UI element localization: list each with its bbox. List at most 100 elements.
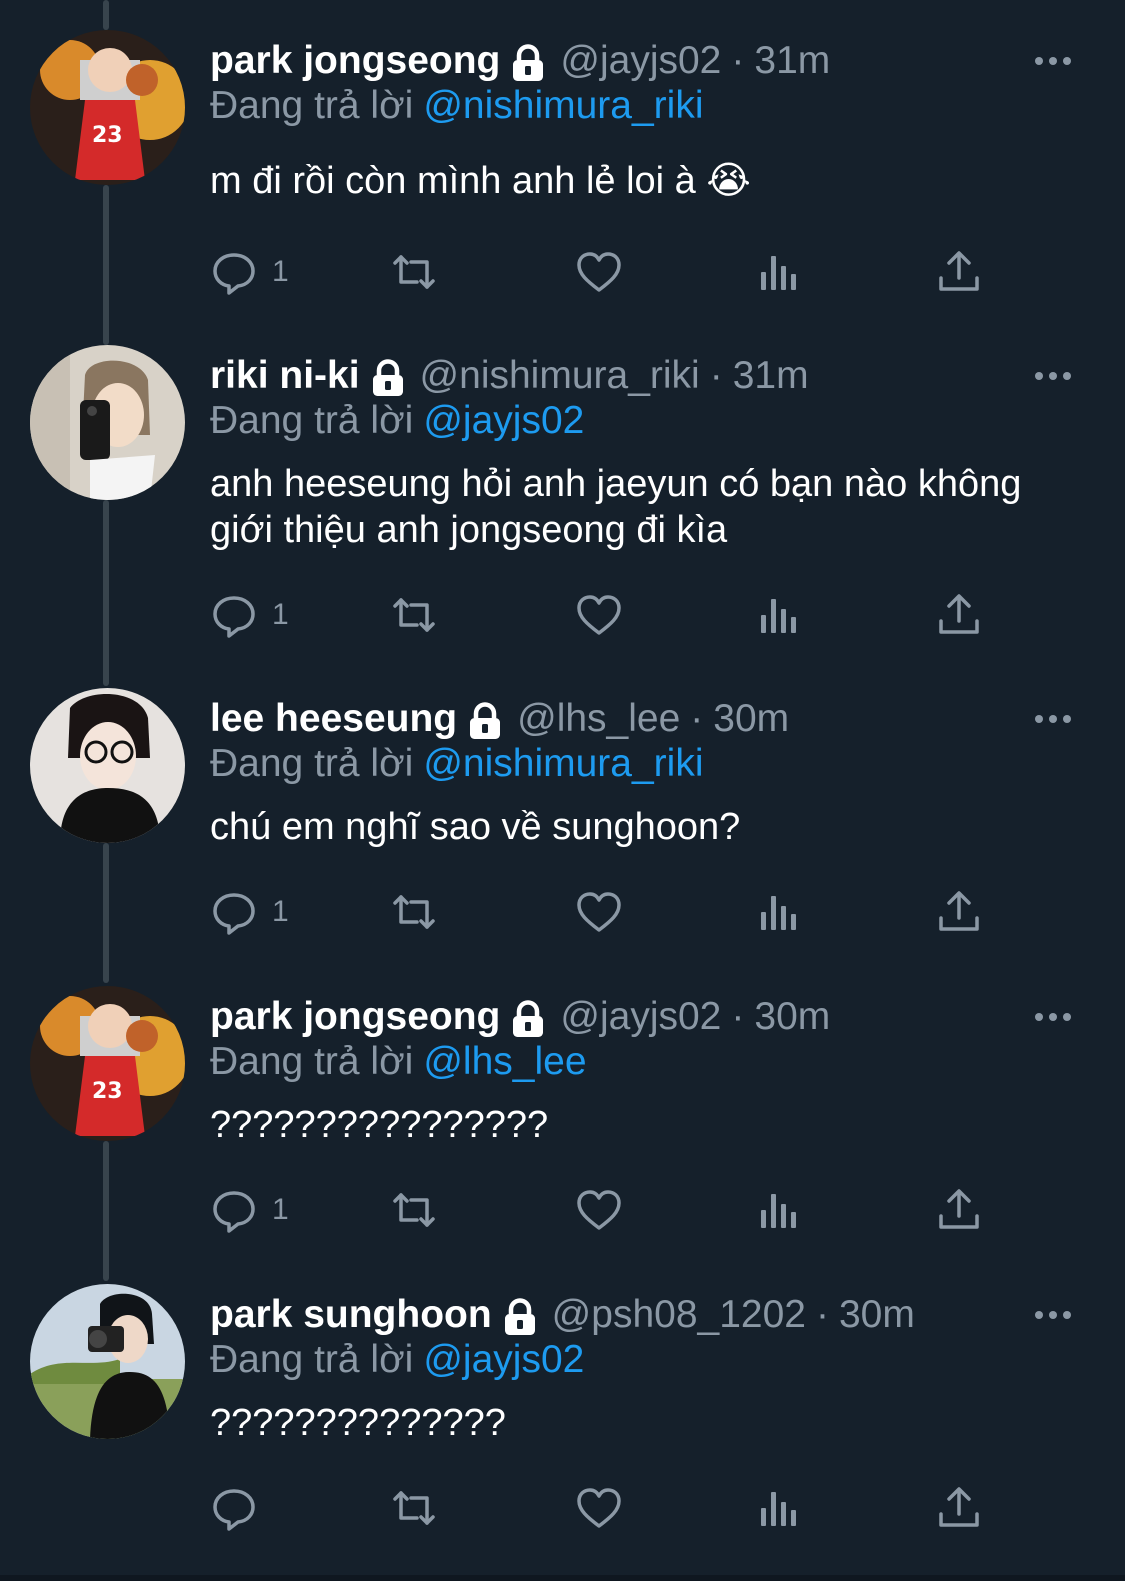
- reply-button[interactable]: 1: [210, 587, 289, 643]
- mention-link[interactable]: @jayjs02: [423, 1338, 584, 1381]
- lock-icon: [510, 999, 546, 1039]
- separator: ·: [731, 995, 745, 1038]
- reply-count: 1: [272, 598, 289, 631]
- display-name[interactable]: lee heeseung: [210, 697, 457, 741]
- tweet-header: park jongseong @jayjs02 · 31m: [210, 36, 1035, 86]
- reply-button[interactable]: 1: [210, 884, 289, 940]
- separator: ·: [731, 39, 745, 82]
- separator: ·: [815, 1293, 829, 1336]
- like-button[interactable]: [575, 244, 623, 300]
- retweet-icon: [390, 1186, 438, 1234]
- more-options-icon[interactable]: [1033, 1300, 1073, 1330]
- tweet[interactable]: 23 park jongseong @jayjs02 · 30m Đang tr…: [0, 986, 1125, 1276]
- display-name[interactable]: park jongseong: [210, 995, 500, 1039]
- views-button[interactable]: [755, 587, 803, 643]
- timestamp[interactable]: 30m: [839, 1293, 915, 1337]
- tweet-actions: 1: [210, 1182, 1010, 1242]
- avatar[interactable]: [30, 345, 185, 500]
- views-chart-icon: [755, 248, 803, 296]
- share-button[interactable]: [935, 587, 983, 643]
- mention-link[interactable]: @jayjs02: [423, 399, 584, 442]
- like-button[interactable]: [575, 587, 623, 643]
- more-options-icon[interactable]: [1033, 1002, 1073, 1032]
- share-button[interactable]: [935, 1480, 983, 1536]
- svg-text:23: 23: [92, 123, 123, 148]
- lock-icon: [370, 358, 406, 398]
- retweet-button[interactable]: [390, 244, 438, 300]
- avatar[interactable]: 23: [30, 30, 185, 185]
- views-button[interactable]: [755, 884, 803, 940]
- views-button[interactable]: [755, 244, 803, 300]
- reply-count: 1: [272, 895, 289, 928]
- views-chart-icon: [755, 1484, 803, 1532]
- mention-link[interactable]: @nishimura_riki: [423, 84, 703, 127]
- replying-label: Đang trả lời: [210, 399, 414, 442]
- tweet[interactable]: lee heeseung @lhs_lee · 30m Đang trả lời…: [0, 688, 1125, 978]
- reply-icon: [210, 1484, 258, 1532]
- tweet-header: lee heeseung @lhs_lee · 30m: [210, 694, 1035, 744]
- like-button[interactable]: [575, 1182, 623, 1238]
- user-handle[interactable]: @lhs_lee: [517, 697, 680, 741]
- more-options-icon[interactable]: [1033, 46, 1073, 76]
- replying-label: Đang trả lời: [210, 1338, 414, 1381]
- mention-link[interactable]: @lhs_lee: [423, 1040, 586, 1083]
- retweet-button[interactable]: [390, 587, 438, 643]
- share-button[interactable]: [935, 244, 983, 300]
- separator: ·: [709, 354, 723, 397]
- retweet-button[interactable]: [390, 1182, 438, 1238]
- replying-label: Đang trả lời: [210, 742, 414, 785]
- divider: [0, 1575, 1125, 1581]
- svg-text:23: 23: [92, 1079, 123, 1104]
- reply-icon: [210, 248, 258, 296]
- views-button[interactable]: [755, 1480, 803, 1536]
- reply-button[interactable]: 1: [210, 1182, 289, 1238]
- heart-icon: [575, 888, 623, 936]
- timestamp[interactable]: 30m: [713, 697, 789, 741]
- tweet[interactable]: riki ni-ki @nishimura_riki · 31m Đang tr…: [0, 345, 1125, 675]
- reply-icon: [210, 1186, 258, 1234]
- user-handle[interactable]: @nishimura_riki: [420, 354, 700, 398]
- share-button[interactable]: [935, 1182, 983, 1238]
- display-name[interactable]: park sunghoon: [210, 1293, 492, 1337]
- views-chart-icon: [755, 888, 803, 936]
- views-button[interactable]: [755, 1182, 803, 1238]
- tweet-actions: 1: [210, 244, 1010, 304]
- user-handle[interactable]: @jayjs02: [560, 995, 721, 1039]
- display-name[interactable]: riki ni-ki: [210, 354, 360, 398]
- tweet-text: m đi rồi còn mình anh lẻ loi à 😭: [210, 160, 751, 202]
- more-options-icon[interactable]: [1033, 361, 1073, 391]
- tweet[interactable]: 23 park jongseong @jayjs02 · 31m Đang tr…: [0, 30, 1125, 330]
- reply-icon: [210, 591, 258, 639]
- avatar[interactable]: 23: [30, 986, 185, 1141]
- reply-button[interactable]: [210, 1480, 272, 1536]
- tweet-header: park sunghoon @psh08_1202 · 30m: [210, 1290, 1035, 1340]
- share-icon: [935, 248, 983, 296]
- retweet-icon: [390, 248, 438, 296]
- like-button[interactable]: [575, 1480, 623, 1536]
- reply-button[interactable]: 1: [210, 244, 289, 300]
- tweet[interactable]: park sunghoon @psh08_1202 · 30m Đang trả…: [0, 1284, 1125, 1574]
- retweet-button[interactable]: [390, 1480, 438, 1536]
- like-button[interactable]: [575, 884, 623, 940]
- reply-count: 1: [272, 1193, 289, 1226]
- share-button[interactable]: [935, 884, 983, 940]
- tweet-actions: 1: [210, 587, 1010, 647]
- retweet-button[interactable]: [390, 884, 438, 940]
- heart-icon: [575, 1186, 623, 1234]
- user-handle[interactable]: @jayjs02: [560, 39, 721, 83]
- tweet-text: chú em nghĩ sao về sunghoon?: [210, 806, 741, 848]
- timestamp[interactable]: 31m: [754, 39, 830, 83]
- mention-link[interactable]: @nishimura_riki: [423, 742, 703, 785]
- avatar[interactable]: [30, 688, 185, 843]
- retweet-icon: [390, 591, 438, 639]
- timestamp[interactable]: 30m: [754, 995, 830, 1039]
- avatar[interactable]: [30, 1284, 185, 1439]
- share-icon: [935, 1186, 983, 1234]
- display-name[interactable]: park jongseong: [210, 39, 500, 83]
- user-handle[interactable]: @psh08_1202: [552, 1293, 806, 1337]
- more-options-icon[interactable]: [1033, 704, 1073, 734]
- thread-line: [103, 0, 109, 30]
- share-icon: [935, 1484, 983, 1532]
- timestamp[interactable]: 31m: [733, 354, 809, 398]
- views-chart-icon: [755, 591, 803, 639]
